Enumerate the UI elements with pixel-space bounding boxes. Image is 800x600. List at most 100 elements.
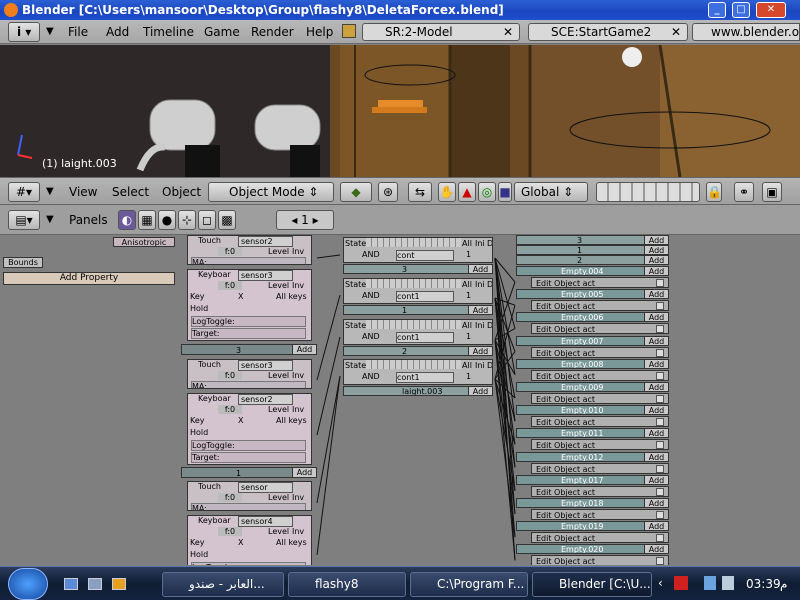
menu-object[interactable]: Object [162, 185, 201, 199]
actuator-type-label[interactable]: Edit Object act [536, 418, 595, 426]
draw-type-button[interactable]: ◆ [340, 182, 372, 202]
sensor-name-field[interactable]: sensor3 [238, 360, 293, 371]
edit-icon[interactable]: ◻ [198, 210, 216, 230]
lock-icon[interactable]: 🔒 [706, 182, 722, 202]
minimize-button[interactable]: _ [708, 2, 726, 18]
level-toggle[interactable]: Level [268, 371, 289, 380]
add-controller-button[interactable]: Add [468, 347, 492, 355]
scale-icon[interactable]: ◎ [478, 182, 496, 202]
sensor-type[interactable]: Keyboar [198, 394, 231, 403]
orientation-selector[interactable]: Global ⇕ [514, 182, 588, 202]
pivot-icon[interactable]: ⊛ [378, 182, 398, 202]
controller-name-field[interactable]: cont1 [396, 291, 454, 302]
actuator-options-icon[interactable] [656, 348, 664, 357]
controller-type[interactable]: AND [362, 291, 380, 300]
menu-view[interactable]: View [69, 185, 97, 199]
state-mask-buttons[interactable] [366, 279, 461, 288]
invert-toggle[interactable]: Inv [292, 527, 304, 536]
controller-type[interactable]: AND [362, 332, 380, 341]
debug-button[interactable]: D [487, 321, 492, 330]
actuator-options-icon[interactable] [656, 534, 664, 543]
maximize-button[interactable]: □ [732, 2, 750, 18]
state-mask-buttons[interactable] [366, 238, 461, 247]
buttons-window-type-button[interactable]: ▤▾ [8, 210, 40, 230]
ini-states-button[interactable]: Ini [475, 321, 485, 330]
layer-buttons[interactable] [596, 182, 700, 202]
sensor-name-field[interactable]: sensor2 [238, 236, 293, 247]
add-actuator-button[interactable]: Add [644, 522, 668, 531]
transform-icon[interactable]: ⇆ [408, 182, 432, 202]
scene-selector[interactable]: SCE:StartGame2 [528, 23, 688, 41]
mode-selector[interactable]: Object Mode ⇕ [208, 182, 334, 202]
all-keys-toggle[interactable]: All keys [276, 292, 307, 301]
sensor-type[interactable]: Keyboar [198, 270, 231, 279]
sensor-type[interactable]: Keyboar [198, 516, 231, 525]
taskbar-item-cmd[interactable]: C:\Program F... [410, 572, 528, 597]
invert-toggle[interactable]: Inv [292, 493, 304, 502]
antivirus-icon[interactable] [674, 576, 688, 590]
actuator-options-icon[interactable] [656, 441, 664, 450]
level-toggle[interactable]: Level [268, 281, 289, 290]
controller-state-number[interactable]: 1 [466, 332, 471, 341]
logtoggle-field[interactable]: LogToggle: [191, 316, 306, 327]
add-sensor-button[interactable]: Add [292, 468, 316, 477]
debug-button[interactable]: D [487, 239, 492, 248]
state-mask-buttons[interactable] [366, 360, 461, 369]
controller-type[interactable]: AND [362, 250, 380, 259]
add-property-button[interactable]: Add Property [3, 272, 175, 285]
sensor-name-field[interactable]: sensor2 [238, 394, 293, 405]
invert-toggle[interactable]: Inv [292, 405, 304, 414]
bounds-button[interactable]: Bounds [3, 257, 43, 268]
info-window-type-button[interactable]: i ▾ [8, 22, 40, 42]
rotate-icon[interactable]: ▲ [458, 182, 476, 202]
add-actuator-button[interactable]: Add [644, 267, 668, 275]
level-toggle[interactable]: Level [268, 247, 289, 256]
show-desktop-icon[interactable] [64, 578, 78, 590]
controller-name-field[interactable]: cont [396, 250, 454, 261]
add-controller-button[interactable]: Add [468, 265, 492, 273]
page-stepper[interactable]: ◂ 1 ▸ [276, 210, 334, 230]
key-value-button[interactable]: X [238, 416, 243, 425]
switch-windows-icon[interactable] [88, 578, 102, 590]
add-actuator-button[interactable]: Add [644, 429, 668, 438]
controller-state-number[interactable]: 1 [466, 291, 471, 300]
all-keys-toggle[interactable]: All keys [276, 416, 307, 425]
actuator-type-label[interactable]: Edit Object act [536, 488, 595, 496]
actuator-options-icon[interactable] [656, 418, 664, 427]
controller-name-field[interactable]: cont1 [396, 372, 454, 383]
object-icon[interactable]: ⊹ [178, 210, 196, 230]
sensor-name-field[interactable]: sensor4 [238, 516, 293, 527]
add-sensor-button[interactable]: Add [292, 345, 316, 354]
logtoggle-field[interactable]: LogToggle: [191, 562, 306, 565]
material-field[interactable]: MA: [191, 381, 306, 388]
chevron-left-icon[interactable]: ‹ [658, 576, 663, 590]
sensor-type[interactable]: Touch [198, 360, 221, 369]
close-button[interactable]: ✕ [756, 2, 786, 18]
chevron-down-icon[interactable]: ▼ [46, 214, 54, 225]
menu-render[interactable]: Render [251, 25, 294, 39]
actuator-options-icon[interactable] [656, 371, 664, 380]
level-toggle[interactable]: Level [268, 493, 289, 502]
add-actuator-button[interactable]: Add [644, 313, 668, 322]
shading-icon[interactable]: ● [158, 210, 176, 230]
taskbar-item-folder[interactable]: flashy8 [288, 572, 406, 597]
material-field[interactable]: MA: [191, 503, 306, 510]
add-actuator-button[interactable]: Add [644, 256, 668, 264]
add-actuator-button[interactable]: Add [644, 499, 668, 507]
controller-state-number[interactable]: 1 [466, 250, 471, 259]
all-states-button[interactable]: All [462, 321, 472, 330]
debug-button[interactable]: D [487, 361, 492, 370]
controller-state-number[interactable]: 1 [466, 372, 471, 381]
material-field[interactable]: MA: [191, 257, 306, 264]
actuator-options-icon[interactable] [656, 325, 664, 334]
menu-add[interactable]: Add [106, 25, 129, 39]
actuator-type-label[interactable]: Edit Object act [536, 465, 595, 473]
logtoggle-field[interactable]: LogToggle: [191, 440, 306, 451]
key-value-button[interactable]: X [238, 292, 243, 301]
ini-states-button[interactable]: Ini [475, 239, 485, 248]
actuator-type-label[interactable]: Edit Object act [536, 511, 595, 519]
actuator-type-label[interactable]: Edit Object act [536, 395, 595, 403]
target-field[interactable]: Target: [191, 452, 306, 463]
hand-icon[interactable]: ✋ [438, 182, 456, 202]
sensor-freq-field[interactable]: f:0 [218, 281, 242, 290]
